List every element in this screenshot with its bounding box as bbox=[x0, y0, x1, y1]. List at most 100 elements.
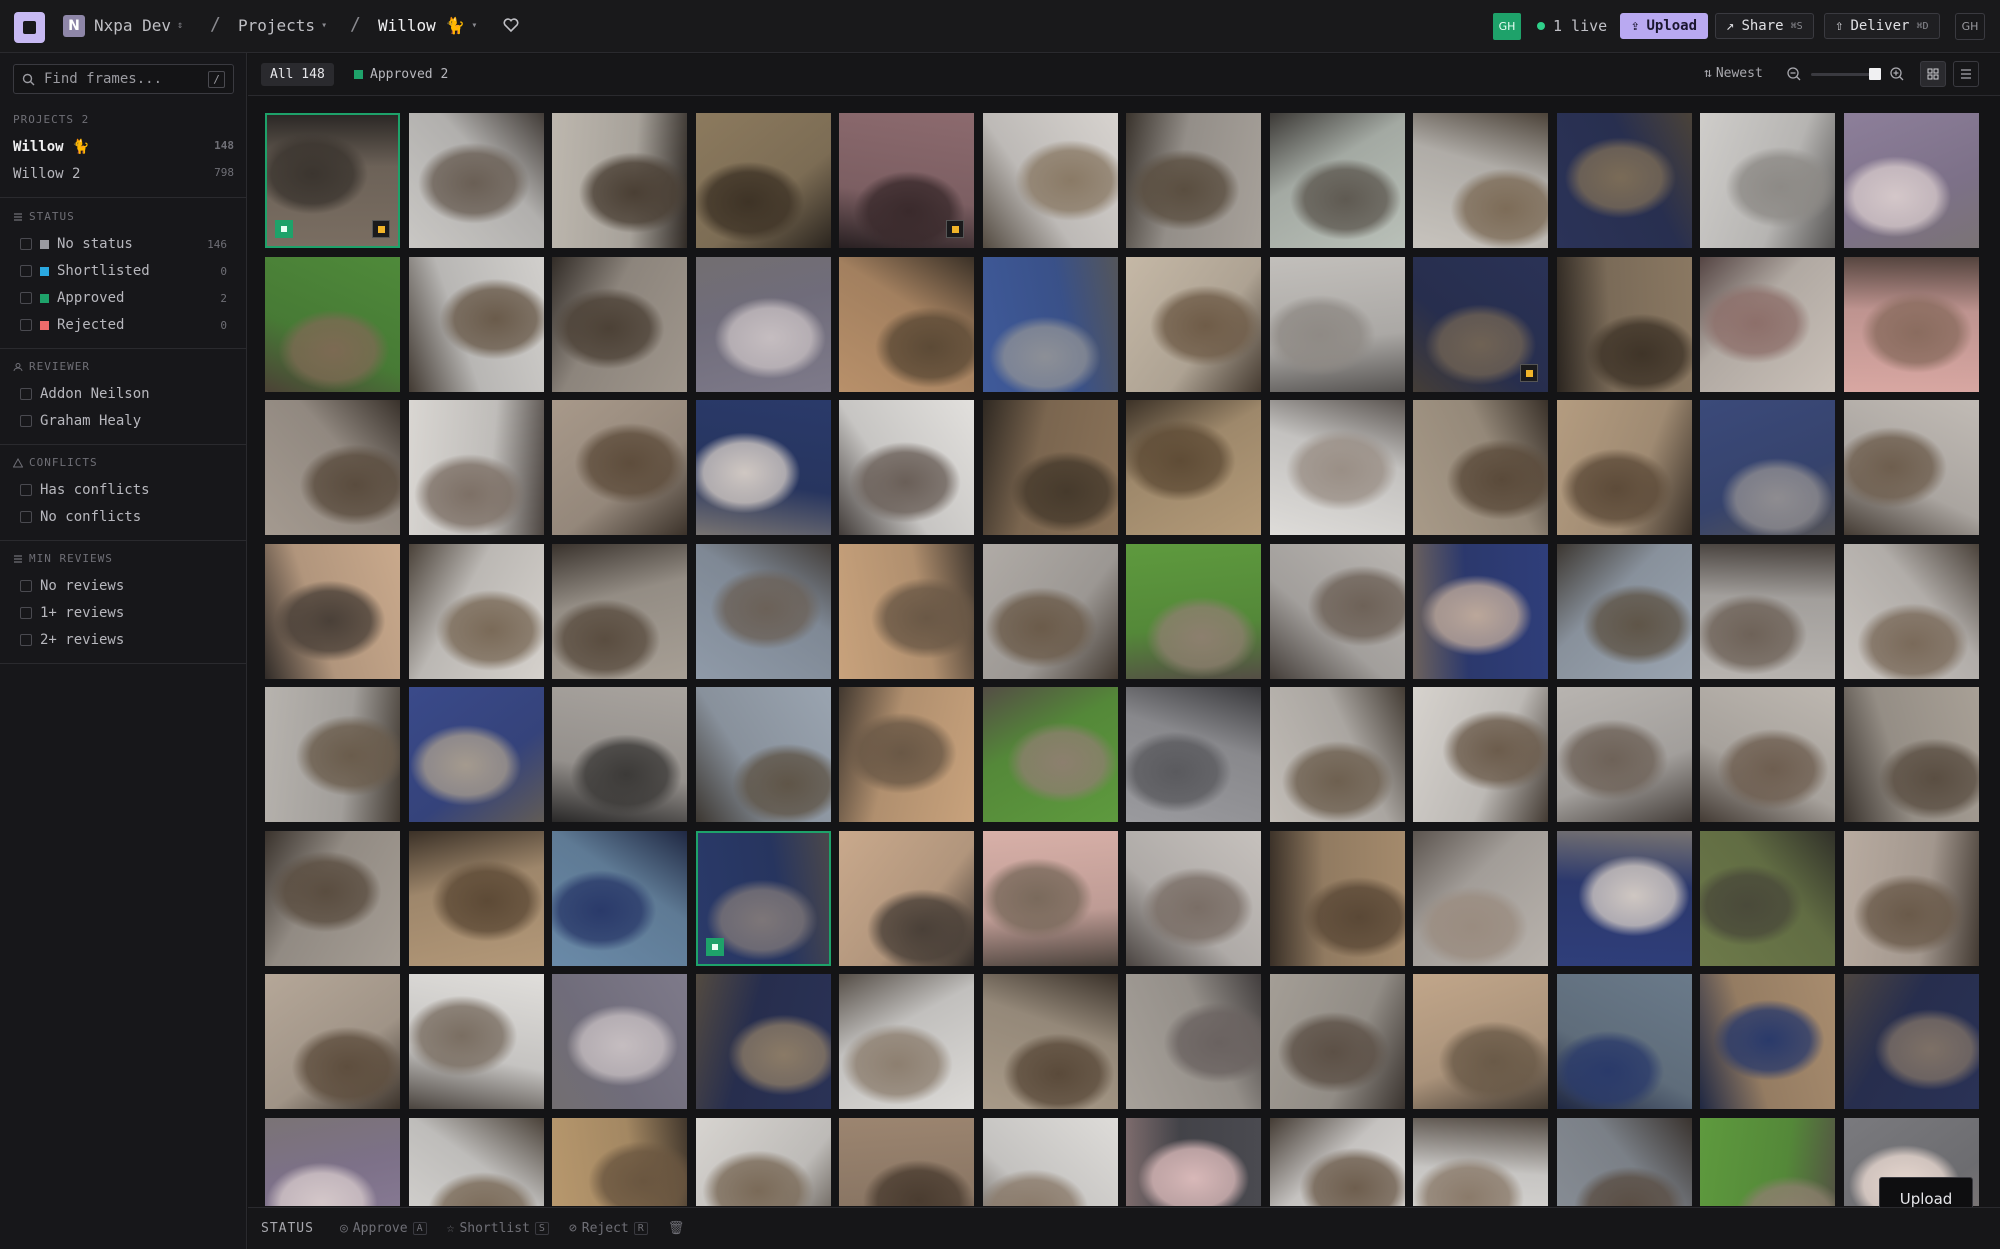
frame-thumbnail[interactable] bbox=[983, 544, 1118, 679]
frame-thumbnail[interactable] bbox=[409, 113, 544, 248]
reviewer-filter-addon-neilson[interactable]: Addon Neilson bbox=[20, 386, 227, 402]
frame-thumbnail[interactable] bbox=[1270, 1118, 1405, 1206]
min-reviews-filter-none[interactable]: No reviews bbox=[20, 578, 227, 594]
frame-thumbnail[interactable] bbox=[983, 113, 1118, 248]
frame-thumbnail[interactable] bbox=[265, 831, 400, 966]
frame-thumbnail[interactable] bbox=[983, 257, 1118, 392]
status-filter-no-status[interactable]: No status 146 bbox=[20, 236, 227, 252]
frame-thumbnail[interactable] bbox=[265, 400, 400, 535]
frame-thumbnail[interactable] bbox=[1270, 544, 1405, 679]
conflict-filter-has-conflicts[interactable]: Has conflicts bbox=[20, 482, 227, 498]
frame-thumbnail[interactable] bbox=[1700, 400, 1835, 535]
frame-thumbnail[interactable] bbox=[983, 831, 1118, 966]
heart-icon[interactable] bbox=[502, 16, 520, 34]
project-item-willow[interactable]: Willow 🐈 148 bbox=[13, 139, 234, 155]
frame-thumbnail[interactable] bbox=[1413, 687, 1548, 822]
search-input[interactable]: Find frames... / bbox=[13, 64, 234, 94]
frame-thumbnail[interactable] bbox=[1700, 687, 1835, 822]
frame-thumbnail[interactable] bbox=[696, 1118, 831, 1206]
checkbox[interactable] bbox=[20, 265, 32, 277]
frame-thumbnail[interactable] bbox=[696, 544, 831, 679]
frame-thumbnail[interactable] bbox=[1557, 974, 1692, 1109]
frame-thumbnail[interactable] bbox=[552, 974, 687, 1109]
frame-thumbnail[interactable] bbox=[983, 974, 1118, 1109]
approve-action[interactable]: ◎ Approve A bbox=[340, 1221, 427, 1236]
frame-thumbnail[interactable] bbox=[1700, 974, 1835, 1109]
sort-dropdown[interactable]: ⇅ Newest bbox=[1704, 66, 1763, 81]
frame-thumbnail[interactable] bbox=[839, 687, 974, 822]
frame-thumbnail[interactable] bbox=[1700, 113, 1835, 248]
frame-thumbnail[interactable] bbox=[265, 257, 400, 392]
frame-thumbnail[interactable] bbox=[1700, 1118, 1835, 1206]
checkbox[interactable] bbox=[20, 319, 32, 331]
frame-thumbnail[interactable] bbox=[1126, 974, 1261, 1109]
frame-thumbnail[interactable] bbox=[552, 113, 687, 248]
conflict-filter-no-conflicts[interactable]: No conflicts bbox=[20, 509, 227, 525]
frame-thumbnail[interactable] bbox=[1557, 831, 1692, 966]
projects-breadcrumb[interactable]: Projects ▾ bbox=[238, 16, 327, 35]
frame-thumbnail[interactable] bbox=[839, 544, 974, 679]
frame-thumbnail[interactable] bbox=[409, 1118, 544, 1206]
frame-thumbnail[interactable] bbox=[696, 687, 831, 822]
frame-thumbnail[interactable] bbox=[409, 400, 544, 535]
upload-button[interactable]: ⇪ Upload bbox=[1620, 13, 1709, 39]
frame-thumbnail[interactable] bbox=[696, 113, 831, 248]
frame-thumbnail[interactable] bbox=[1270, 974, 1405, 1109]
zoom-out-icon[interactable] bbox=[1786, 66, 1802, 82]
frame-thumbnail[interactable] bbox=[1126, 113, 1261, 248]
grid-view-button[interactable] bbox=[1920, 61, 1946, 87]
frame-thumbnail[interactable] bbox=[1126, 544, 1261, 679]
checkbox[interactable] bbox=[20, 238, 32, 250]
frame-thumbnail[interactable] bbox=[1844, 544, 1979, 679]
frame-thumbnail[interactable] bbox=[265, 687, 400, 822]
filter-approved-chip[interactable]: Approved 2 bbox=[354, 63, 448, 86]
reviewer-filter-graham-healy[interactable]: Graham Healy bbox=[20, 413, 227, 429]
frame-thumbnail[interactable] bbox=[1413, 400, 1548, 535]
frame-thumbnail[interactable] bbox=[265, 113, 400, 248]
frame-thumbnail[interactable] bbox=[1270, 257, 1405, 392]
frame-thumbnail[interactable] bbox=[552, 544, 687, 679]
frame-thumbnail[interactable] bbox=[265, 544, 400, 679]
min-reviews-filter-1plus[interactable]: 1+ reviews bbox=[20, 605, 227, 621]
frame-thumbnail[interactable] bbox=[1700, 544, 1835, 679]
app-logo[interactable] bbox=[14, 12, 45, 43]
frame-thumbnail[interactable] bbox=[1413, 1118, 1548, 1206]
checkbox[interactable] bbox=[20, 292, 32, 304]
frame-thumbnail[interactable] bbox=[1844, 974, 1979, 1109]
frame-thumbnail[interactable] bbox=[409, 831, 544, 966]
frame-thumbnail[interactable] bbox=[1270, 113, 1405, 248]
checkbox[interactable] bbox=[20, 415, 32, 427]
frame-thumbnail[interactable] bbox=[839, 831, 974, 966]
frame-thumbnail[interactable] bbox=[409, 544, 544, 679]
delete-action[interactable]: 🗑 bbox=[668, 1221, 685, 1236]
checkbox[interactable] bbox=[20, 607, 32, 619]
checkbox[interactable] bbox=[20, 511, 32, 523]
account-menu[interactable]: GH bbox=[1955, 13, 1985, 40]
frame-thumbnail[interactable] bbox=[409, 257, 544, 392]
frame-thumbnail[interactable] bbox=[1126, 1118, 1261, 1206]
checkbox[interactable] bbox=[20, 388, 32, 400]
frame-thumbnail[interactable] bbox=[839, 974, 974, 1109]
frame-thumbnail[interactable] bbox=[1413, 113, 1548, 248]
frame-thumbnail[interactable] bbox=[696, 974, 831, 1109]
list-view-button[interactable] bbox=[1953, 61, 1979, 87]
zoom-in-icon[interactable] bbox=[1889, 66, 1905, 82]
frame-thumbnail[interactable] bbox=[1126, 400, 1261, 535]
frame-thumbnail[interactable] bbox=[1557, 400, 1692, 535]
frame-thumbnail[interactable] bbox=[1413, 831, 1548, 966]
workspace-switcher[interactable]: Nxpa Dev ⇕ bbox=[94, 16, 183, 35]
share-button[interactable]: ↗ Share ⌘S bbox=[1715, 13, 1814, 39]
project-breadcrumb[interactable]: Willow 🐈 ▾ bbox=[378, 16, 477, 35]
frame-thumbnail[interactable] bbox=[1557, 1118, 1692, 1206]
frame-thumbnail[interactable] bbox=[839, 1118, 974, 1206]
status-filter-rejected[interactable]: Rejected 0 bbox=[20, 317, 227, 333]
min-reviews-filter-2plus[interactable]: 2+ reviews bbox=[20, 632, 227, 648]
frame-thumbnail[interactable] bbox=[1844, 687, 1979, 822]
frame-thumbnail[interactable] bbox=[1557, 687, 1692, 822]
frame-thumbnail[interactable] bbox=[265, 974, 400, 1109]
reject-action[interactable]: ⊘ Reject R bbox=[569, 1221, 648, 1236]
frame-thumbnail[interactable] bbox=[552, 400, 687, 535]
frame-thumbnail[interactable] bbox=[696, 257, 831, 392]
frame-thumbnail[interactable] bbox=[1413, 974, 1548, 1109]
status-filter-approved[interactable]: Approved 2 bbox=[20, 290, 227, 306]
